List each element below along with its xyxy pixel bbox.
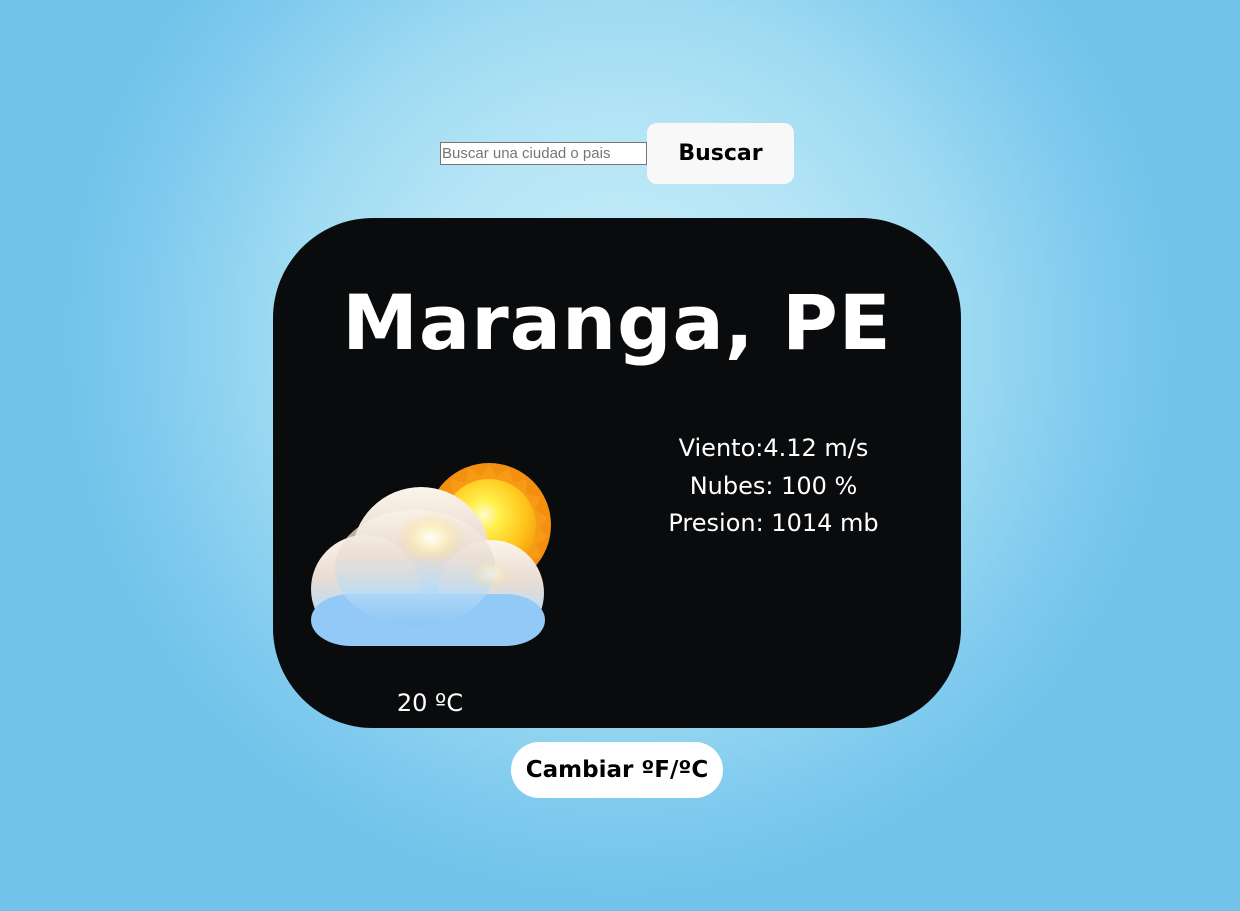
search-button[interactable]: Buscar [647,122,794,184]
weather-card: Maranga, PE 20 ºC Viento:4.12 m/s Nubes:… [273,218,961,728]
partly-cloudy-icon [311,463,551,646]
city-name: Maranga, PE [342,278,892,367]
search-bar: Buscar [440,122,794,184]
cloud-cover: Nubes: 100 % [689,471,858,500]
weather-details: Viento:4.12 m/s Nubes: 100 % Presion: 10… [636,430,911,543]
search-input[interactable] [440,141,647,165]
wind-speed: Viento:4.12 m/s [678,434,869,462]
pressure: Presion: 1014 mb [668,509,879,537]
unit-toggle-button[interactable]: Cambiar ºF/ºC [511,742,723,798]
temperature: 20 ºC [396,689,464,717]
